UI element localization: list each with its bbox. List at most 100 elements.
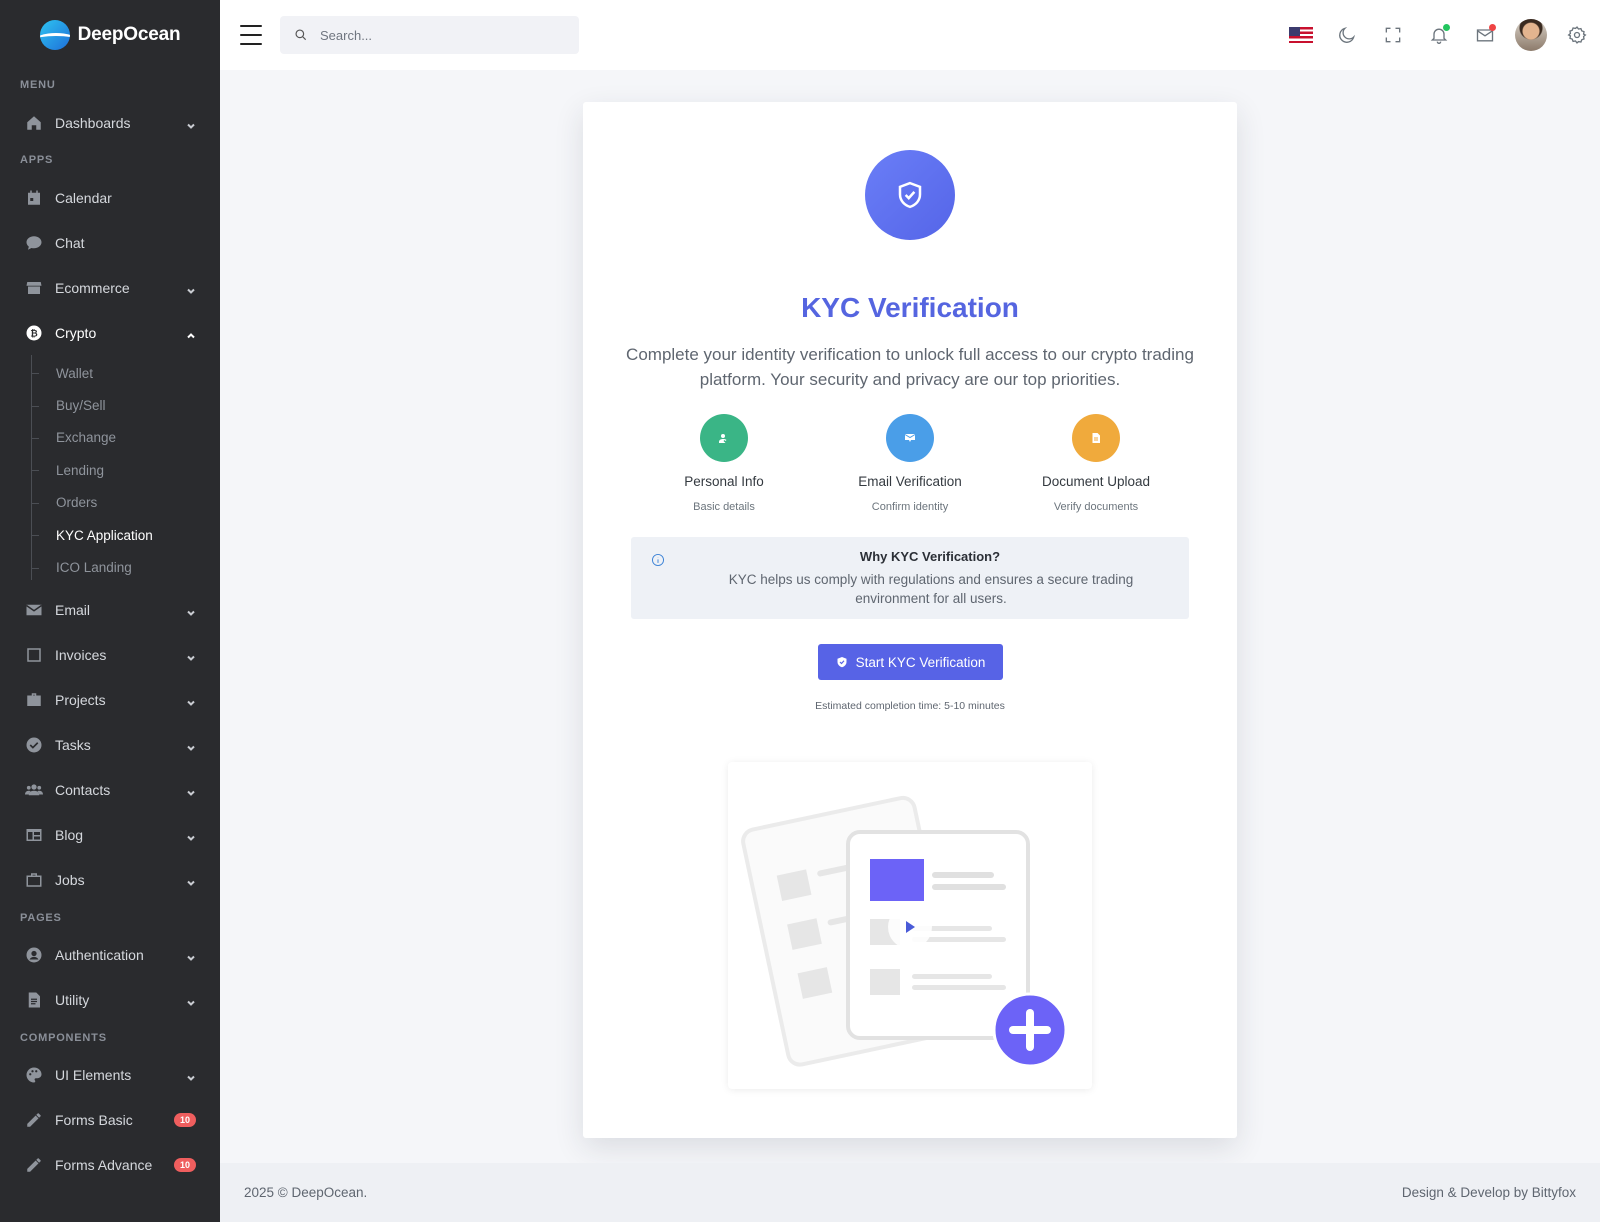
page-title: KYC Verification — [801, 292, 1019, 323]
kyc-illustration — [728, 762, 1092, 1089]
moon-icon — [1339, 26, 1356, 43]
step-document-upload: Document Upload Verify documents — [1003, 414, 1189, 513]
section-pages: PAGES — [20, 911, 62, 924]
section-menu: MENU — [20, 79, 56, 91]
user-circle-icon — [25, 946, 43, 964]
sidebar-subitem-ico-landing[interactable]: ICO Landing — [31, 551, 220, 583]
chevron-down-icon — [186, 995, 196, 1007]
pencil-icon — [25, 1111, 43, 1129]
sidebar-item-label: Forms Basic — [55, 1112, 133, 1129]
sidebar: DeepOcean MENU Dashboards APPS Calendar … — [0, 0, 220, 1222]
chevron-down-icon — [186, 283, 196, 294]
messages-button[interactable] — [1462, 0, 1508, 70]
language-button[interactable] — [1278, 0, 1324, 70]
start-kyc-button-label: Start KYC Verification — [855, 654, 986, 670]
sidebar-item-label: Crypto — [55, 324, 97, 341]
settings-button[interactable] — [1554, 0, 1600, 70]
sidebar-item-projects[interactable]: Projects — [0, 678, 220, 723]
sidebar-item-calendar[interactable]: Calendar — [0, 175, 220, 220]
sidebar-item-tasks[interactable]: Tasks — [0, 723, 220, 768]
home-icon — [25, 114, 43, 132]
sidebar-subitem-lending[interactable]: Lending — [31, 454, 220, 486]
sidebar-item-crypto[interactable]: ₿ Crypto — [0, 310, 220, 355]
section-apps: APPS — [20, 154, 54, 166]
start-kyc-button[interactable]: Start KYC Verification — [818, 644, 1003, 680]
sidebar-item-label: Utility — [55, 992, 90, 1009]
page-subtitle: Complete your identity verification to u… — [626, 345, 1194, 389]
menu-icon[interactable] — [240, 25, 262, 45]
step-sublabel: Verify documents — [1053, 501, 1139, 513]
people-icon — [25, 781, 43, 799]
sidebar-item-contacts[interactable]: Contacts — [0, 768, 220, 813]
section-components: COMPONENTS — [20, 1031, 107, 1044]
mail-icon — [25, 601, 43, 619]
search-input[interactable] — [320, 27, 540, 43]
sidebar-item-chat[interactable]: Chat — [0, 220, 220, 265]
kyc-steps: Personal Info Basic details Email Verifi… — [631, 414, 1189, 513]
brand-name: DeepOcean — [77, 24, 181, 45]
footer-credit: Design & Develop by Bittyfox — [1401, 1185, 1576, 1200]
step-label: Personal Info — [684, 474, 764, 489]
sidebar-item-ui-elements[interactable]: UI Elements — [0, 1053, 220, 1098]
sidebar-subitem-wallet[interactable]: Wallet — [31, 357, 220, 389]
documents-illustration — [741, 795, 1068, 1068]
sidebar-item-dashboards[interactable]: Dashboards — [0, 100, 220, 145]
sidebar-item-email[interactable]: Email — [0, 588, 220, 633]
avatar — [1515, 19, 1547, 51]
check-circle-icon — [25, 736, 43, 754]
shield-check-icon — [837, 657, 847, 668]
palette-icon — [25, 1066, 43, 1084]
mail-dot — [1489, 24, 1496, 31]
sidebar-item-label: Blog — [55, 827, 84, 844]
notifications-button[interactable] — [1416, 0, 1462, 70]
why-kyc-text: KYC helps us comply with regulations and… — [728, 572, 1134, 606]
chat-icon — [25, 234, 43, 252]
chevron-down-icon — [186, 950, 196, 962]
svg-text:₿: ₿ — [30, 328, 37, 339]
sidebar-item-label: Contacts — [55, 782, 111, 799]
sidebar-item-blog[interactable]: Blog — [0, 813, 220, 858]
gear-icon — [1567, 26, 1587, 44]
topbar-actions — [1278, 0, 1600, 70]
sidebar-item-label: Forms Advance — [55, 1157, 153, 1174]
sidebar-item-ecommerce[interactable]: Ecommerce — [0, 265, 220, 310]
calendar-icon — [25, 189, 43, 207]
chevron-down-icon — [186, 605, 196, 617]
sidebar-item-forms-basic[interactable]: Forms Basic 10 — [0, 1098, 220, 1143]
sidebar-item-utility[interactable]: Utility — [0, 978, 220, 1023]
invoice-icon — [25, 646, 43, 664]
sidebar-item-jobs[interactable]: Jobs — [0, 858, 220, 903]
sidebar-item-label: Ecommerce — [55, 279, 130, 296]
sidebar-item-authentication[interactable]: Authentication — [0, 933, 220, 978]
search-box[interactable] — [280, 16, 579, 54]
chevron-down-icon — [186, 650, 196, 662]
theme-toggle-button[interactable] — [1324, 0, 1370, 70]
sidebar-item-label: Email — [55, 602, 91, 619]
crypto-submenu: Wallet Buy/Sell Exchange Lending Orders … — [31, 355, 220, 588]
brand[interactable]: DeepOcean — [0, 0, 220, 70]
sidebar-subitem-buy-sell[interactable]: Buy/Sell — [31, 389, 220, 421]
fullscreen-button[interactable] — [1370, 0, 1416, 70]
count-badge: 10 — [173, 1158, 196, 1173]
notification-dot — [1443, 24, 1450, 31]
chevron-down-icon — [186, 1070, 196, 1082]
step-label: Email Verification — [858, 474, 962, 489]
sidebar-subitem-orders[interactable]: Orders — [31, 487, 220, 519]
sidebar-subitem-kyc-application[interactable]: KYC Application — [31, 519, 220, 551]
sidebar-item-label: Tasks — [55, 737, 91, 754]
sidebar-item-label: UI Elements — [55, 1067, 132, 1084]
step-email-verification: Email Verification Confirm identity — [817, 414, 1003, 513]
sidebar-item-label: Jobs — [55, 872, 85, 889]
sidebar-item-forms-advance[interactable]: Forms Advance 10 — [0, 1143, 220, 1188]
chevron-up-icon — [186, 328, 196, 338]
bitcoin-icon: ₿ — [25, 324, 43, 342]
step-sublabel: Basic details — [693, 501, 755, 513]
step-sublabel: Confirm identity — [871, 501, 949, 513]
step-label: Document Upload — [1041, 474, 1151, 489]
sidebar-item-invoices[interactable]: Invoices — [0, 633, 220, 678]
topbar — [220, 0, 1600, 70]
us-flag-icon — [1289, 27, 1313, 43]
sidebar-subitem-exchange[interactable]: Exchange — [31, 422, 220, 454]
profile-button[interactable] — [1508, 0, 1554, 70]
chevron-down-icon — [186, 830, 196, 842]
